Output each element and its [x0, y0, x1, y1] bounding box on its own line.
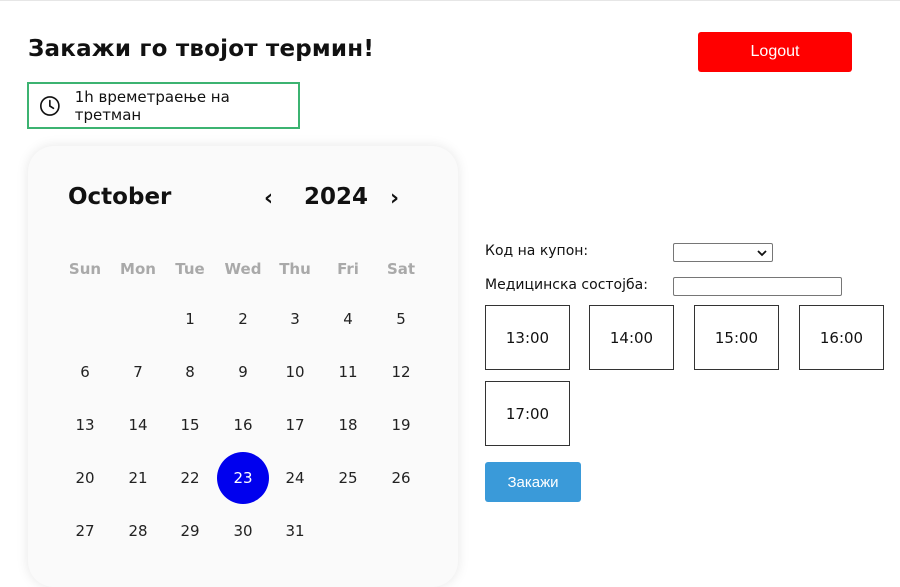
coupon-label: Код на купон:: [485, 243, 589, 259]
calendar-day[interactable]: 1: [164, 293, 216, 345]
time-slot[interactable]: 17:00: [485, 381, 570, 446]
calendar-day[interactable]: 6: [59, 346, 111, 398]
calendar-day[interactable]: 12: [375, 346, 427, 398]
calendar-day[interactable]: 31: [269, 505, 321, 557]
calendar-day[interactable]: 18: [322, 399, 374, 451]
prev-year-button[interactable]: ‹: [264, 186, 273, 211]
calendar-day[interactable]: 8: [164, 346, 216, 398]
clock-icon: [39, 95, 60, 116]
calendar-day[interactable]: 26: [375, 452, 427, 504]
weekday-tue: Tue: [175, 260, 205, 278]
calendar-day[interactable]: 19: [375, 399, 427, 451]
calendar-day[interactable]: 14: [112, 399, 164, 451]
calendar-day[interactable]: 27: [59, 505, 111, 557]
calendar-day[interactable]: 13: [59, 399, 111, 451]
coupon-select[interactable]: [673, 243, 773, 262]
medical-condition-label: Медицинска состојба:: [485, 277, 648, 293]
weekday-sun: Sun: [68, 260, 102, 278]
calendar-day[interactable]: 21: [112, 452, 164, 504]
calendar-day[interactable]: 17: [269, 399, 321, 451]
duration-badge: 1h времетраење на третман: [27, 82, 300, 129]
chevron-down-icon: [757, 250, 767, 257]
next-year-button[interactable]: ›: [390, 186, 399, 211]
time-slot[interactable]: 16:00: [799, 305, 884, 370]
weekday-fri: Fri: [337, 260, 359, 278]
top-divider: [0, 0, 900, 1]
calendar: October ‹ 2024 › Sun Mon Tue Wed Thu Fri…: [28, 146, 458, 587]
calendar-day[interactable]: 25: [322, 452, 374, 504]
logout-button[interactable]: Logout: [698, 32, 852, 72]
calendar-day[interactable]: 24: [269, 452, 321, 504]
calendar-day[interactable]: 7: [112, 346, 164, 398]
calendar-day[interactable]: 2: [217, 293, 269, 345]
calendar-year: 2024: [304, 184, 369, 210]
calendar-day[interactable]: 10: [269, 346, 321, 398]
calendar-day[interactable]: 28: [112, 505, 164, 557]
weekday-wed: Wed: [224, 260, 262, 278]
medical-condition-input[interactable]: [673, 277, 842, 296]
calendar-day[interactable]: 3: [269, 293, 321, 345]
calendar-day-selected[interactable]: 23: [217, 452, 269, 504]
weekday-thu: Thu: [279, 260, 311, 278]
calendar-day[interactable]: 15: [164, 399, 216, 451]
calendar-day[interactable]: 11: [322, 346, 374, 398]
calendar-day[interactable]: 16: [217, 399, 269, 451]
calendar-day[interactable]: 9: [217, 346, 269, 398]
calendar-day[interactable]: 30: [217, 505, 269, 557]
page-title: Закажи го твојот термин!: [28, 36, 375, 62]
calendar-day[interactable]: 20: [59, 452, 111, 504]
time-slot[interactable]: 15:00: [694, 305, 779, 370]
duration-text: 1h времетраење на третман: [74, 87, 230, 124]
calendar-month: October: [68, 184, 172, 210]
weekday-sat: Sat: [386, 260, 416, 278]
book-button[interactable]: Закажи: [485, 462, 581, 502]
calendar-day[interactable]: 29: [164, 505, 216, 557]
calendar-day[interactable]: 22: [164, 452, 216, 504]
weekday-mon: Mon: [120, 260, 156, 278]
time-slot[interactable]: 14:00: [589, 305, 674, 370]
calendar-day[interactable]: 4: [322, 293, 374, 345]
calendar-day[interactable]: 5: [375, 293, 427, 345]
time-slot[interactable]: 13:00: [485, 305, 570, 370]
